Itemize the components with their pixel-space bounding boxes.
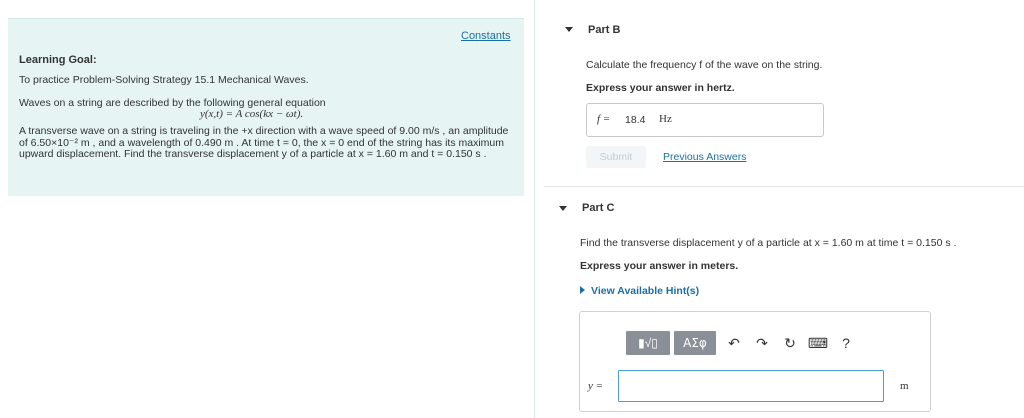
part-b-submit-button[interactable]: Submit [586,146,646,168]
problem-statement: A transverse wave on a string is traveli… [19,125,509,160]
part-b-answer-unit: Hz [659,113,672,125]
math-toolbar: ▮√▯ ΑΣφ ↶ ↷ ↻ ⌨ ? [626,331,860,355]
undo-icon[interactable]: ↶ [720,331,748,355]
view-hints-link[interactable]: View Available Hint(s) [580,285,699,297]
learning-goal-text: To practice Problem-Solving Strategy 15.… [19,74,309,86]
view-hints-label: View Available Hint(s) [591,285,700,297]
part-b-answer-label: f = [597,113,611,125]
part-b-title[interactable]: Part B [588,24,620,36]
part-c-instruction: Express your answer in meters. [580,260,739,272]
constants-link[interactable]: Constants [461,30,511,42]
templates-button[interactable]: ▮√▯ [626,331,670,355]
panel-divider [534,0,535,418]
collapse-part-c-icon[interactable] [559,206,567,211]
part-b-answer-box: f = 18.4 Hz [586,103,824,137]
answer-editor: ▮√▯ ΑΣφ ↶ ↷ ↻ ⌨ ? y = m [579,311,931,412]
part-c-title[interactable]: Part C [582,202,614,214]
part-c-question: Find the transverse displacement y of a … [580,237,957,249]
greek-symbols-button[interactable]: ΑΣφ [674,331,716,355]
part-c-answer-input[interactable] [618,370,884,402]
part-b-instruction: Express your answer in hertz. [586,82,735,94]
help-icon[interactable]: ? [832,331,860,355]
redo-icon[interactable]: ↷ [748,331,776,355]
learning-goal-title: Learning Goal: [19,54,97,66]
reset-icon[interactable]: ↻ [776,331,804,355]
keyboard-icon[interactable]: ⌨ [804,331,832,355]
part-b-question: Calculate the frequency f of the wave on… [586,59,823,71]
part-separator [544,186,1024,187]
collapse-part-b-icon[interactable] [565,27,573,32]
part-b-answer-value: 18.4 [625,114,646,126]
part-c-input-unit: m [900,380,909,392]
expand-hints-icon [580,286,585,294]
wave-equation: y(x,t) = A cos(kx − ωt). [200,108,304,120]
part-c-input-label: y = [588,380,604,392]
previous-answers-link[interactable]: Previous Answers [663,151,746,163]
